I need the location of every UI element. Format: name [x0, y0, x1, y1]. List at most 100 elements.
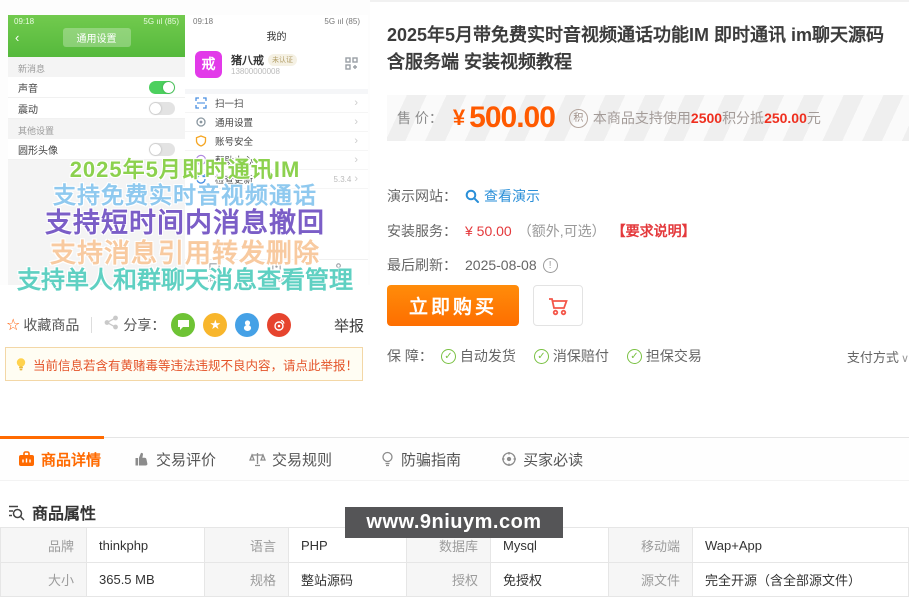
- guarantee-consumer-protection: ✓ 消保赔付: [534, 346, 609, 366]
- favorite-button[interactable]: 收藏商品: [23, 315, 79, 335]
- cart-icon: [546, 295, 570, 317]
- weibo-share-icon[interactable]: [267, 313, 291, 337]
- check-circle-icon: ✓: [441, 349, 456, 364]
- attr-label: 源文件: [608, 562, 692, 596]
- chevron-right-icon: ›: [354, 135, 358, 147]
- chevron-right-icon: ›: [354, 97, 358, 109]
- guarantee-row: 保 障： ✓ 自动发货 ✓ 消保赔付 ✓ 担保交易 支付方式∨: [387, 346, 909, 366]
- detail-tabs: 商品详情 交易评价 交易规则 防骗指南 买家必读: [0, 437, 909, 481]
- menu-item-account-security: 账号安全 ›: [185, 132, 368, 151]
- page-title: 2025年5月带免费实时音视频通话功能IM 即时通讯 im聊天源码 含服务端 安…: [387, 22, 907, 76]
- tab-anti-fraud-guide[interactable]: 防骗指南: [380, 449, 461, 470]
- refresh-icon: [195, 173, 208, 186]
- refresh-date: 2025-08-08: [465, 257, 537, 273]
- app-version: 5.3.4: [334, 175, 352, 184]
- price-value: 500.00: [469, 101, 555, 135]
- purchase-actions: 立即购买: [387, 285, 583, 326]
- attr-value: 完全开源（含全部源文件）: [692, 562, 908, 596]
- phone-number: 13800000008: [231, 67, 280, 76]
- shield-icon: [195, 135, 208, 148]
- guarantee-escrow: ✓ 担保交易: [627, 346, 702, 366]
- info-bang-icon: !: [543, 258, 558, 273]
- payment-methods-toggle[interactable]: 支付方式∨: [847, 347, 909, 366]
- add-to-cart-button[interactable]: [533, 285, 583, 326]
- settings-title: 通用设置: [63, 28, 131, 47]
- attr-value: 整站源码: [288, 562, 406, 596]
- status-time: 09:18: [14, 17, 34, 26]
- price-label: 售 价：: [397, 108, 443, 128]
- report-link[interactable]: 举报: [334, 315, 364, 336]
- chevron-right-icon: ›: [354, 116, 358, 128]
- price-bar: 售 价： ¥ 500.00 积 本商品支持使用2500积分抵250.00元: [387, 95, 909, 141]
- tabbar-contacts: 通讯录: [266, 262, 287, 284]
- menu-item-help-center: ? 帮助中心 ›: [185, 151, 368, 170]
- attr-value: thinkphp: [86, 528, 204, 562]
- refresh-label: 最后刷新：: [387, 255, 457, 275]
- setting-row-vibrate: 震动: [8, 98, 185, 119]
- share-label: 分享：: [123, 315, 165, 335]
- guarantee-auto-delivery: ✓ 自动发货: [441, 346, 516, 366]
- favorite-star-icon[interactable]: ☆: [6, 315, 20, 335]
- profile-page-title: 我的: [185, 26, 368, 43]
- chevron-right-icon: ›: [354, 173, 358, 185]
- tab-product-detail[interactable]: 商品详情: [18, 449, 101, 470]
- divider: [91, 317, 92, 333]
- section-label-new-messages: 新消息: [8, 57, 185, 77]
- check-circle-icon: ✓: [627, 349, 642, 364]
- avatar: 戒: [195, 51, 222, 78]
- star-share-icon[interactable]: ★: [203, 313, 227, 337]
- bulb-outline-icon: [380, 451, 395, 467]
- install-label: 安装服务：: [387, 221, 457, 241]
- status-badge: 未认证: [268, 54, 297, 66]
- svg-text:?: ?: [199, 157, 203, 164]
- status-signal: 5G ııl (85): [143, 17, 179, 26]
- gear-icon: [195, 116, 208, 129]
- buy-now-button[interactable]: 立即购买: [387, 285, 519, 326]
- settings-header: 09:18 5G ııl (85) ‹ 通用设置: [8, 15, 185, 57]
- guarantee-label: 保 障：: [387, 346, 433, 366]
- toggle-sound-on: [149, 81, 175, 94]
- attr-label: 移动端: [608, 528, 692, 562]
- attr-label: 大小: [1, 562, 86, 596]
- favorite-share-row: ☆ 收藏商品 分享： ★ 举报: [6, 312, 368, 338]
- last-refresh-row: 最后刷新： 2025-08-08 !: [387, 255, 909, 275]
- target-icon: [501, 451, 517, 467]
- report-warning-banner[interactable]: 当前信息若含有黄赌毒等违法违规不良内容，请点此举报！: [5, 347, 363, 381]
- points-text: 本商品支持使用2500积分抵250.00元: [593, 108, 821, 128]
- install-requirements-link[interactable]: 【要求说明】: [612, 221, 696, 241]
- setting-row-round-avatar: 圆形头像: [8, 139, 185, 160]
- attr-value: 免授权: [490, 562, 608, 596]
- install-service-row: 安装服务： ¥ 50.00 （额外,可选） 【要求说明】: [387, 221, 909, 241]
- toggle-vibrate-off: [149, 102, 175, 115]
- attributes-title: 商品属性: [32, 500, 96, 524]
- screenshot-settings-screen: 09:18 5G ııl (85) ‹ 通用设置 新消息 声音 震动 其他设置 …: [8, 15, 185, 285]
- attr-label: 品牌: [1, 528, 86, 562]
- tabbar-messages: 消息: [207, 262, 221, 284]
- list-search-icon: [8, 504, 25, 521]
- install-price: ¥ 50.00: [465, 223, 512, 239]
- tab-trade-rules[interactable]: 交易规则: [249, 449, 332, 470]
- bag-icon: [18, 451, 35, 467]
- menu-item-check-update: 检查更新 5.3.4 ›: [185, 170, 368, 189]
- wechat-share-icon[interactable]: [171, 313, 195, 337]
- tab-buyer-must-read[interactable]: 买家必读: [501, 449, 583, 470]
- view-demo-link[interactable]: 查看演示: [465, 186, 540, 206]
- profile-card: 戒 猪八戒 未认证 13800000008: [185, 49, 368, 85]
- qq-share-icon[interactable]: [235, 313, 259, 337]
- points-amount: 250.00: [764, 110, 807, 126]
- bulb-icon: [14, 357, 28, 372]
- contacts-icon: [271, 262, 282, 273]
- thumb-up-icon: [134, 451, 150, 467]
- back-arrow-icon: ‹: [15, 30, 19, 46]
- attr-label: 授权: [406, 562, 490, 596]
- setting-row-sound: 声音: [8, 77, 185, 98]
- status-signal: 5G ııl (85): [324, 17, 360, 26]
- attr-label: 规格: [204, 562, 288, 596]
- person-icon: [333, 262, 344, 273]
- tab-trade-reviews[interactable]: 交易评价: [134, 449, 216, 470]
- product-image: 09:18 5G ııl (85) ‹ 通用设置 新消息 声音 震动 其他设置 …: [0, 0, 370, 285]
- attr-label: 语言: [204, 528, 288, 562]
- scales-icon: [249, 451, 266, 467]
- menu-item-scan: 扫一扫 ›: [185, 94, 368, 113]
- screenshot-profile-screen: 09:18 5G ııl (85) 我的 戒 猪八戒 未认证 138000000…: [185, 15, 368, 285]
